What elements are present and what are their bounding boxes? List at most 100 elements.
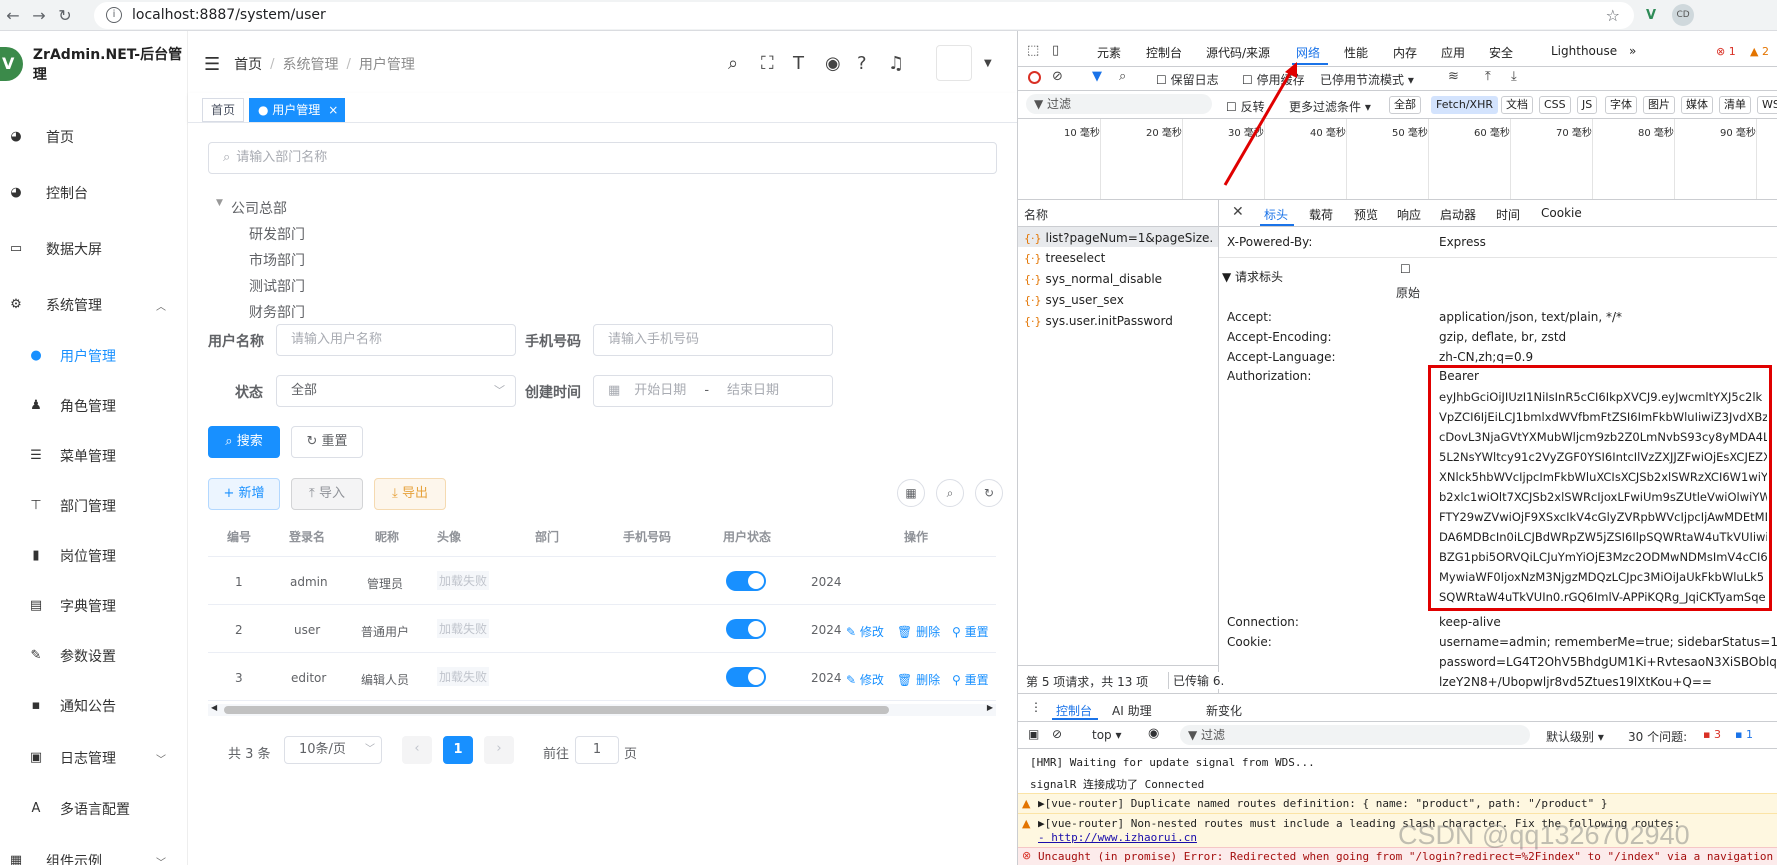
menu-item-components[interactable]: ▦ 组件示例 ﹀: [0, 841, 188, 865]
filter-chip-img[interactable]: 图片: [1643, 96, 1675, 114]
tag-home[interactable]: 首页: [202, 98, 245, 122]
pane-splitter[interactable]: [1218, 199, 1219, 693]
bell-icon[interactable]: ♫: [888, 53, 904, 74]
devtools-more-tabs[interactable]: »: [1629, 44, 1636, 58]
context-select[interactable]: top ▾: [1092, 728, 1122, 742]
filter-chip-all[interactable]: 全部: [1389, 96, 1421, 114]
hamburger-icon[interactable]: ☰: [204, 54, 220, 75]
edit-link[interactable]: ✎ 修改: [846, 671, 884, 688]
issues-info-badge[interactable]: ▪ 1: [1735, 728, 1753, 741]
close-icon[interactable]: ✕: [1232, 204, 1244, 220]
tree-node[interactable]: 财务部门: [249, 302, 305, 322]
menu-item-params[interactable]: ✎ 参数设置: [0, 636, 188, 676]
add-button[interactable]: + 新增: [208, 478, 280, 510]
device-toggle-icon[interactable]: ▯: [1052, 43, 1059, 58]
wifi-icon[interactable]: ≋: [1448, 69, 1459, 84]
status-select[interactable]: 全部 ﹀: [276, 375, 516, 407]
detail-tab-response[interactable]: 响应: [1397, 206, 1421, 223]
filter-chip-css[interactable]: CSS: [1539, 96, 1571, 114]
export-har-icon[interactable]: ⤓: [1511, 69, 1517, 84]
drawer-tab-ai[interactable]: AI 助理: [1112, 702, 1152, 719]
search-icon[interactable]: ⌕: [1119, 69, 1126, 84]
request-row[interactable]: {·} sys.user.initPassword: [1024, 314, 1214, 328]
detail-tab-cookie[interactable]: Cookie: [1541, 206, 1582, 220]
horizontal-scrollbar[interactable]: ◀ ▶: [208, 703, 996, 716]
filter-chip-js[interactable]: JS: [1577, 96, 1598, 114]
menu-item-notice[interactable]: ▪ 通知公告: [0, 686, 188, 726]
filter-chip-fetch[interactable]: Fetch/XHR: [1431, 96, 1498, 114]
profile-avatar[interactable]: CD: [1672, 4, 1695, 26]
devtools-tab-security[interactable]: 安全: [1489, 44, 1513, 61]
request-row[interactable]: {·} sys_normal_disable: [1024, 272, 1214, 286]
columns-icon[interactable]: ▦: [897, 479, 925, 507]
tag-user-management[interactable]: ● 用户管理 ×: [249, 98, 346, 122]
clear-icon[interactable]: ⊘: [1052, 69, 1063, 84]
search-button[interactable]: ⌕ 搜索: [208, 426, 280, 458]
console-link[interactable]: - http://www.izhaorui.cn: [1038, 831, 1197, 844]
menu-item-data-screen[interactable]: ▭ 数据大屏: [0, 229, 188, 269]
menu-item-post[interactable]: ▮ 岗位管理: [0, 536, 188, 576]
menu-item-dict[interactable]: ▤ 字典管理: [0, 586, 188, 626]
status-switch[interactable]: [726, 619, 766, 639]
detail-tab-payload[interactable]: 载荷: [1309, 206, 1333, 223]
reset-pwd-link[interactable]: ⚲ 重置: [952, 671, 989, 688]
import-har-icon[interactable]: ⤒: [1485, 69, 1491, 84]
request-headers-section[interactable]: ▼ 请求标头: [1222, 268, 1283, 285]
help-icon[interactable]: ?: [857, 53, 867, 74]
close-icon[interactable]: ×: [328, 99, 338, 121]
export-button[interactable]: ⤓ 导出: [374, 478, 446, 510]
avatar[interactable]: [936, 45, 972, 81]
console-filter-input[interactable]: ▼ 过滤: [1180, 725, 1530, 745]
goto-page-input[interactable]: 1: [575, 736, 619, 764]
warning-count-badge[interactable]: ▲ 2: [1750, 45, 1769, 58]
forward-icon[interactable]: →: [26, 6, 52, 25]
raw-checkbox[interactable]: ☐: [1400, 262, 1411, 276]
filter-chip-manifest[interactable]: 清单: [1719, 96, 1751, 114]
devtools-tab-console[interactable]: 控制台: [1146, 44, 1182, 61]
star-icon[interactable]: ☆: [1606, 6, 1620, 25]
next-page-button[interactable]: ›: [484, 736, 514, 764]
edit-link[interactable]: ✎ 修改: [846, 623, 884, 640]
dept-search-input[interactable]: ⌕ 请输入部门名称: [208, 142, 997, 174]
inspect-icon[interactable]: ⬚: [1027, 43, 1039, 58]
issues-count[interactable]: 30 个问题:: [1628, 728, 1687, 745]
prev-page-button[interactable]: ‹: [402, 736, 432, 764]
detail-tab-timing[interactable]: 时间: [1496, 206, 1520, 223]
drawer-tab-changes[interactable]: 新变化: [1206, 702, 1242, 719]
filter-icon[interactable]: ▼: [1092, 69, 1102, 84]
menu-item-logs[interactable]: ▣ 日志管理 ﹀: [0, 738, 188, 778]
drawer-tab-console[interactable]: 控制台: [1056, 702, 1092, 719]
search-icon[interactable]: ⌕: [728, 53, 738, 74]
request-row[interactable]: {·} treeselect: [1024, 251, 1214, 265]
clear-console-icon[interactable]: ⊘: [1052, 727, 1062, 741]
filter-chip-doc[interactable]: 文档: [1501, 96, 1533, 114]
log-level-select[interactable]: 默认级别 ▾: [1546, 728, 1604, 745]
delete-link[interactable]: 🗑 删除: [897, 671, 940, 688]
menu-item-role[interactable]: ♟ 角色管理: [0, 386, 188, 426]
breadcrumb-system[interactable]: 系统管理: [283, 54, 339, 74]
devtools-tab-performance[interactable]: 性能: [1344, 44, 1368, 61]
status-switch[interactable]: [726, 571, 766, 591]
tree-node[interactable]: 市场部门: [249, 250, 305, 270]
menu-item-dept[interactable]: ⊤ 部门管理: [0, 486, 188, 526]
detail-tab-headers[interactable]: 标头: [1264, 206, 1288, 223]
github-icon[interactable]: ◉: [825, 53, 841, 74]
preserve-log-checkbox[interactable]: ☐ 保留日志: [1156, 71, 1219, 88]
page-number-button[interactable]: 1: [443, 736, 473, 764]
fullscreen-icon[interactable]: ⛶: [761, 53, 774, 74]
refresh-icon[interactable]: ↻: [975, 479, 1003, 507]
menu-item-system[interactable]: ⚙ 系统管理 ︿: [0, 285, 188, 325]
reset-button[interactable]: ↻ 重置: [291, 426, 363, 458]
detail-tab-preview[interactable]: 预览: [1354, 206, 1378, 223]
caret-down-icon[interactable]: ▼: [216, 198, 223, 208]
vue-extension-icon[interactable]: V: [1646, 8, 1656, 23]
menu-item-menu[interactable]: ☰ 菜单管理: [0, 436, 188, 476]
search-toggle-icon[interactable]: ⌕: [936, 479, 964, 507]
tree-node-root[interactable]: 公司总部: [231, 198, 287, 218]
scroll-left-icon[interactable]: ◀: [211, 703, 217, 712]
phone-input[interactable]: 请输入手机号码: [593, 324, 833, 356]
username-input[interactable]: 请输入用户名称: [276, 324, 516, 356]
tree-node[interactable]: 研发部门: [249, 224, 305, 244]
sidebar-toggle-icon[interactable]: ▣: [1028, 727, 1039, 741]
address-bar[interactable]: i localhost:8887/system/user ☆: [94, 1, 1634, 29]
